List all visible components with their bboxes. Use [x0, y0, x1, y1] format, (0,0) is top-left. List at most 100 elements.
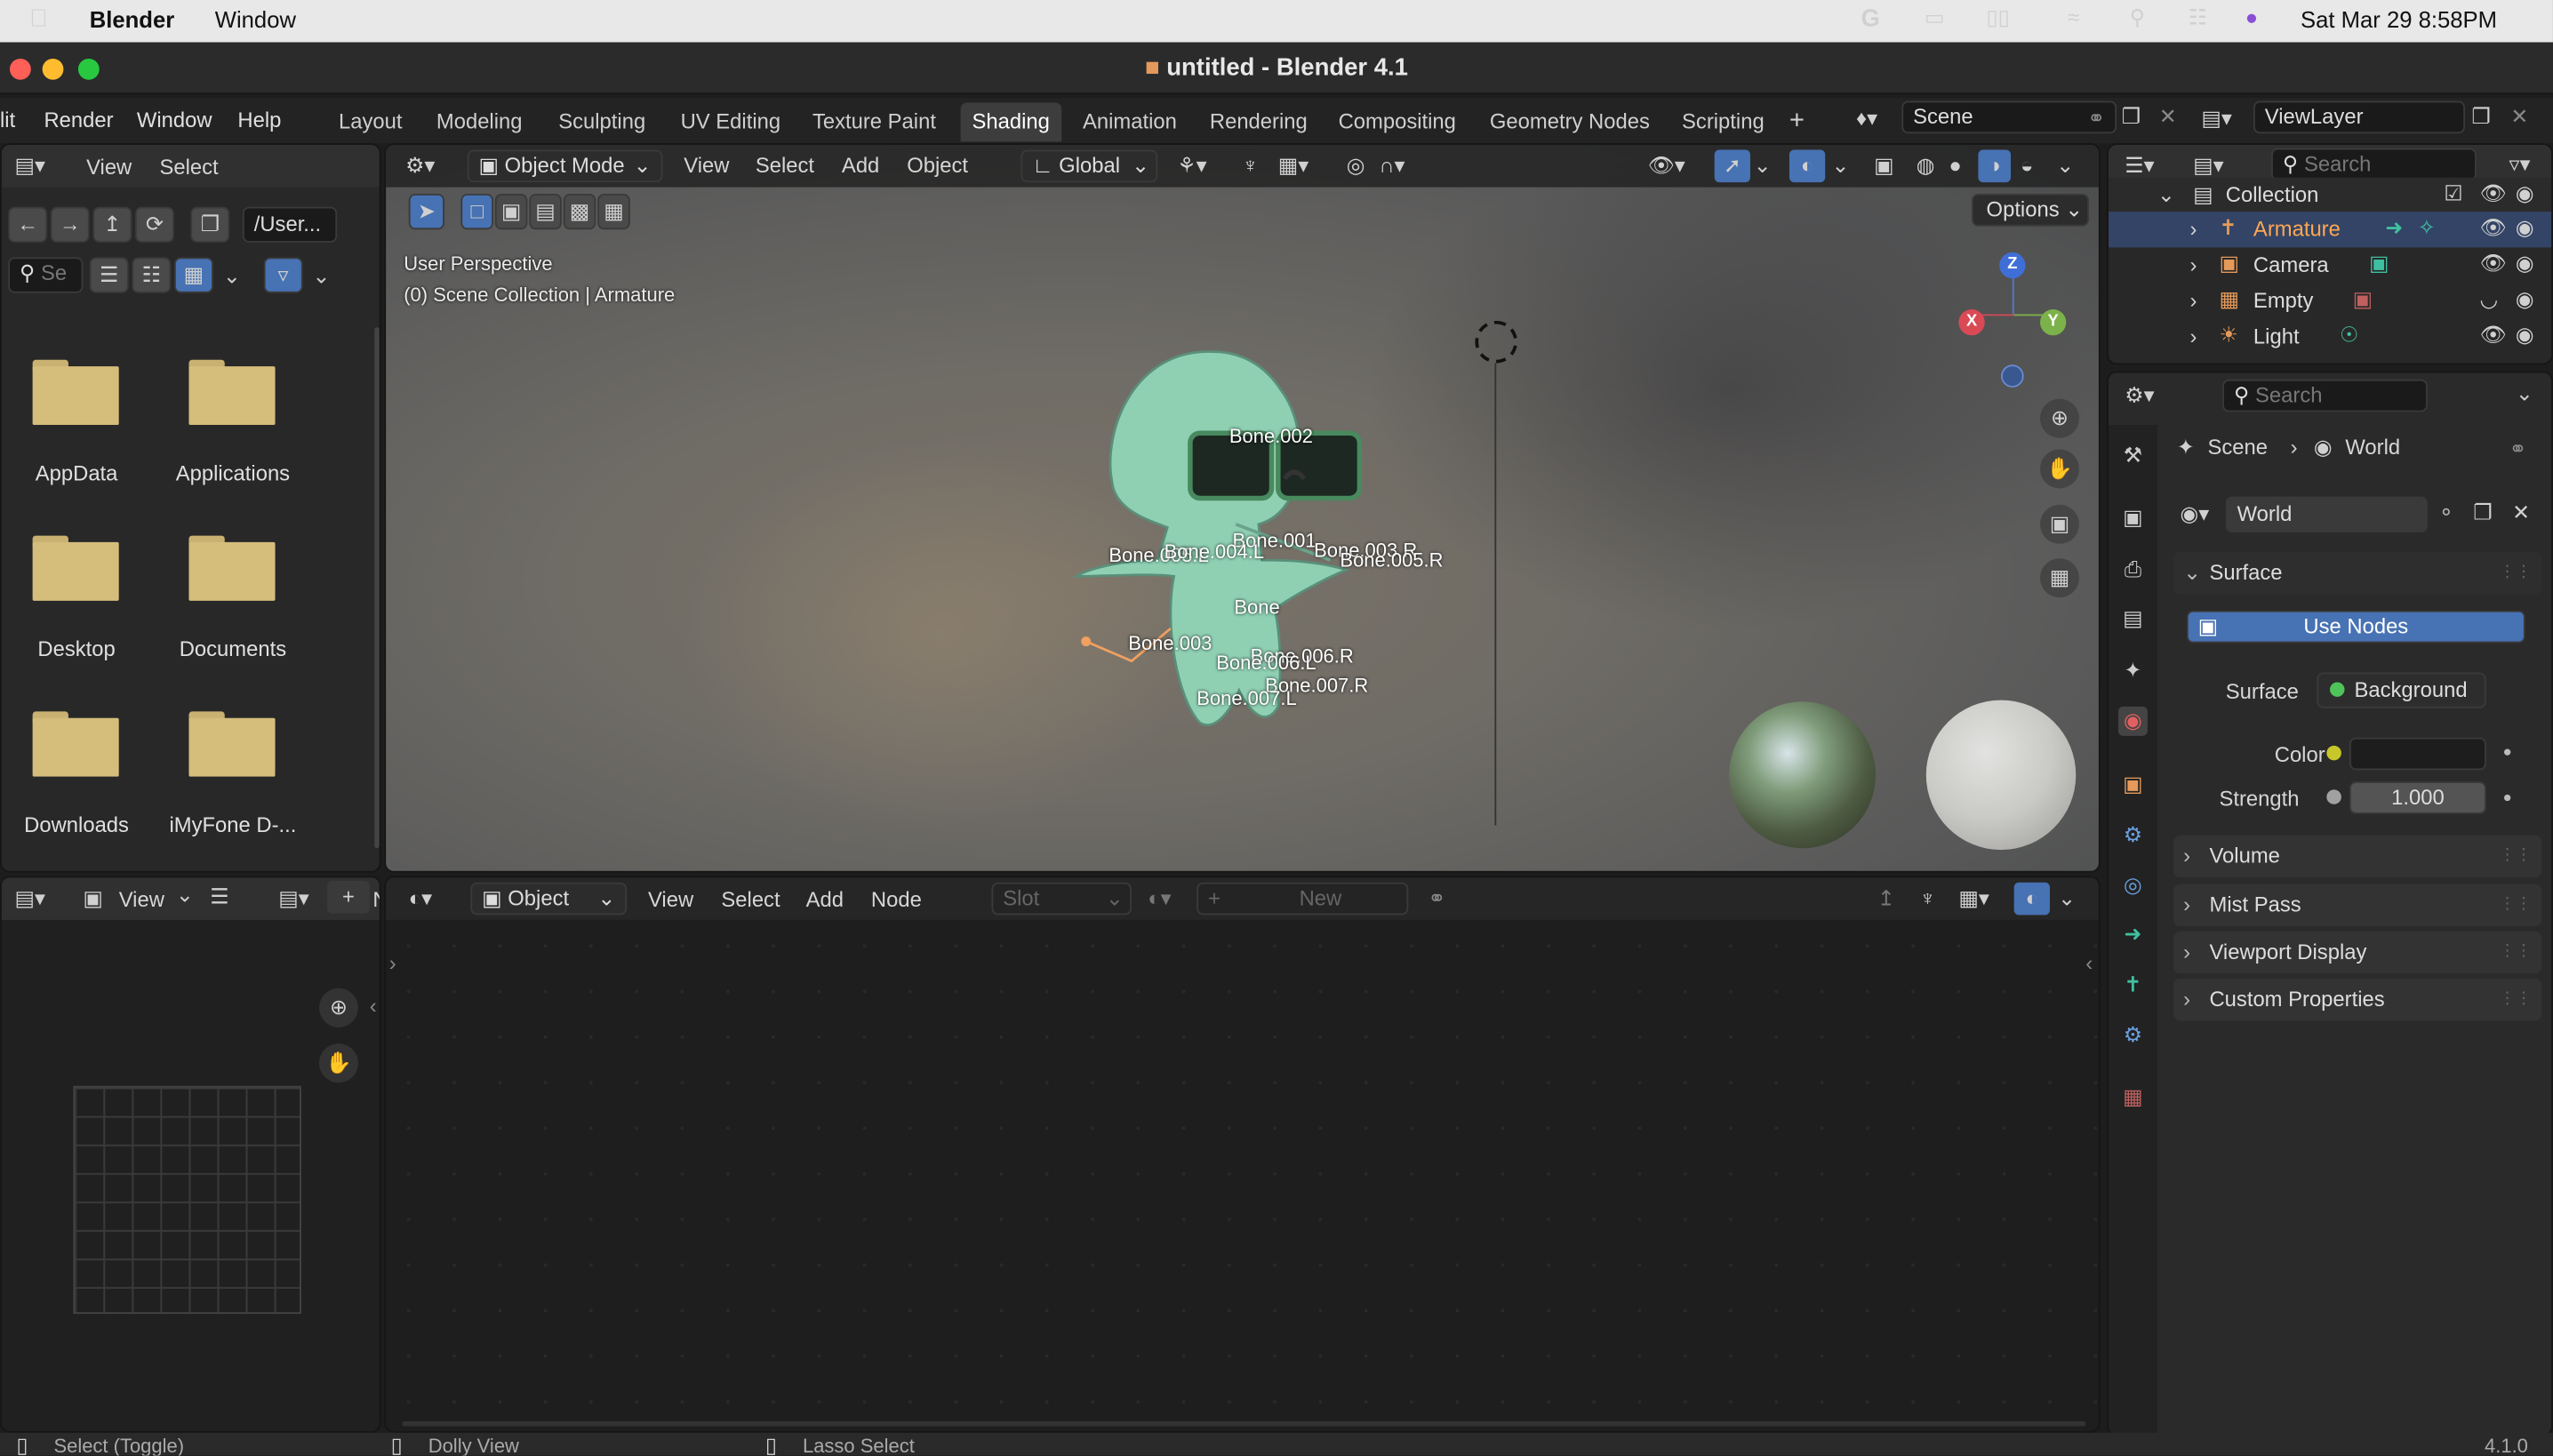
folder-label[interactable]: Downloads	[2, 812, 158, 836]
world-tab-icon[interactable]: ◉	[2117, 706, 2148, 736]
folder-label[interactable]: Applications	[151, 460, 314, 484]
eye-icon[interactable]: 👁	[2480, 324, 2507, 345]
snap-target-icon[interactable]: ▦▾	[1958, 887, 1989, 908]
falloff-icon[interactable]: ∩▾	[1379, 155, 1405, 176]
tab-uv-editing[interactable]: UV Editing	[669, 102, 792, 141]
breadcrumb-scene[interactable]: Scene	[2207, 435, 2268, 459]
render-menu[interactable]: Render	[44, 108, 113, 132]
display-mode-icon[interactable]: ▤▾	[2193, 155, 2223, 176]
eye-icon[interactable]: 👁	[2480, 252, 2507, 274]
outliner-item-label[interactable]: Empty	[2253, 288, 2313, 312]
tab-rendering[interactable]: Rendering	[1198, 102, 1319, 141]
tab-animation[interactable]: Animation	[1071, 102, 1188, 141]
outliner-item-label[interactable]: Camera	[2253, 252, 2329, 276]
modifiers-tab-icon[interactable]: ⚙	[2118, 820, 2148, 850]
folder-label[interactable]: AppData	[2, 460, 158, 484]
properties-search-input[interactable]: ⚲ Search	[2222, 379, 2428, 412]
ne-node-menu[interactable]: Node	[871, 887, 922, 911]
list-horizontal-icon[interactable]: ☷	[132, 257, 172, 293]
perspective-toggle-icon[interactable]: ▦	[2039, 558, 2079, 598]
drag-handle-icon[interactable]: ⋮⋮	[2500, 884, 2533, 927]
pin-icon[interactable]: ⚭	[2087, 108, 2105, 129]
tab-texture-paint[interactable]: Texture Paint	[801, 102, 948, 141]
section-volume[interactable]: › Volume ⋮⋮	[2173, 835, 2542, 878]
view-layer-tab-icon[interactable]: ▤	[2118, 604, 2148, 634]
folder-label[interactable]: Desktop	[2, 636, 158, 660]
display-icon[interactable]: ▭	[1925, 6, 1945, 28]
documents-folder-icon[interactable]	[188, 535, 276, 601]
expand-chevron-icon[interactable]: ›	[2190, 254, 2197, 276]
3d-viewport[interactable]: ⚙▾ ▣ Object Mode ⌄ View Select Add Object…	[384, 143, 2101, 873]
overlays-options-chevron-icon[interactable]: ⌄	[1832, 155, 1850, 176]
gizmo-toggle-icon[interactable]: ➚	[1714, 149, 1750, 183]
vp-object-menu[interactable]: Object	[907, 153, 968, 177]
hamburger-menu-icon[interactable]: ☰	[210, 885, 228, 907]
vp-view-menu[interactable]: View	[684, 153, 729, 177]
eye-icon[interactable]: 👁	[2480, 217, 2507, 238]
tab-sculpting[interactable]: Sculpting	[547, 102, 657, 141]
delete-scene-icon[interactable]: ✕	[2159, 106, 2177, 127]
parent-node-tree-icon[interactable]: ↥	[1877, 887, 1895, 908]
ne-view-menu[interactable]: View	[648, 887, 693, 911]
outliner-item-label[interactable]: Armature	[2253, 217, 2341, 241]
select-extend-icon[interactable]: ▣	[494, 193, 528, 230]
siri-icon[interactable]: ●	[2245, 6, 2258, 28]
gizmo-z-axis[interactable]: Z	[1999, 252, 2026, 279]
folder-icon[interactable]	[188, 711, 276, 777]
toolbar-toggle-icon[interactable]: ›	[389, 952, 396, 973]
grammarly-icon[interactable]: G	[1861, 6, 1880, 30]
camera-render-icon[interactable]: ◉	[2516, 324, 2534, 345]
ne-add-menu[interactable]: Add	[806, 887, 844, 911]
object-constraints-tab-icon[interactable]: ➜	[2118, 920, 2148, 949]
material-preview-icon[interactable]: ◑	[1978, 149, 2012, 183]
pan-hand-icon[interactable]: ✋	[318, 1044, 358, 1084]
ne-select-menu[interactable]: Select	[721, 887, 780, 911]
section-custom-properties[interactable]: › Custom Properties ⋮⋮	[2173, 978, 2542, 1021]
forward-icon[interactable]: →	[50, 206, 90, 243]
transform-orientation-selector[interactable]: ∟ Global ⌄	[1020, 149, 1158, 183]
gizmo-y-axis[interactable]: Y	[2039, 309, 2067, 336]
snap-target-icon[interactable]: ▦▾	[1278, 155, 1309, 176]
new-folder-icon[interactable]: ❐	[190, 206, 230, 243]
rendered-shading-icon[interactable]: ◒	[2021, 155, 2033, 176]
expand-chevron-icon[interactable]: ›	[2190, 218, 2197, 239]
eye-closed-icon[interactable]: ◡	[2480, 288, 2499, 309]
scene-icon[interactable]: ♦▾	[1856, 108, 1877, 129]
fake-user-shield-icon[interactable]: ⚬	[2437, 501, 2455, 523]
checkbox-icon[interactable]: ☑	[2444, 182, 2462, 204]
expand-chevron-icon[interactable]: ›	[2190, 325, 2197, 347]
drag-handle-icon[interactable]: ⋮⋮	[2500, 836, 2533, 878]
spotlight-search-icon[interactable]: ⚲	[2130, 6, 2145, 28]
physics-tab-icon[interactable]: ◎	[2118, 871, 2148, 900]
gizmo-x-axis[interactable]: X	[1958, 309, 1985, 336]
tab-layout[interactable]: Layout	[327, 102, 413, 141]
outliner-search-input[interactable]: ⚲ Search	[2271, 148, 2477, 181]
strength-field[interactable]: 1.000	[2349, 781, 2486, 814]
snap-icon[interactable]: ♆	[1919, 887, 1935, 908]
select-invert-icon[interactable]: ▩	[563, 193, 596, 230]
camera-render-icon[interactable]: ◉	[2516, 217, 2534, 238]
tool-tab-icon[interactable]: ⚒	[2118, 441, 2148, 470]
tab-shading[interactable]: Shading	[960, 102, 1061, 142]
outliner-item-label[interactable]: Light	[2253, 324, 2300, 348]
visibility-icon[interactable]: 👁▾	[1648, 155, 1685, 176]
options-button[interactable]: Options ⌄	[1972, 193, 2089, 227]
delete-view-layer-icon[interactable]: ✕	[2510, 106, 2528, 127]
desktop-folder-icon[interactable]	[32, 535, 119, 601]
material-browse-icon[interactable]: ◐▾	[1148, 887, 1171, 908]
overlays-options-chevron-icon[interactable]: ⌄	[2058, 887, 2076, 908]
mode-selector[interactable]: ▣ Object Mode ⌄	[467, 149, 663, 183]
editor-type-icon[interactable]: ☰▾	[2125, 155, 2154, 176]
surface-shader-selector[interactable]: Background	[2317, 672, 2486, 708]
object-tab-icon[interactable]: ▣	[2118, 770, 2148, 799]
back-icon[interactable]: ←	[8, 206, 48, 243]
section-viewport-display[interactable]: › Viewport Display ⋮⋮	[2173, 931, 2542, 974]
outliner-item-empty[interactable]: › ▦ Empty ▣ ◡ ◉	[2109, 284, 2551, 319]
navigation-gizmo[interactable]: Z X Y	[1952, 252, 2067, 389]
list-vertical-icon[interactable]: ☰	[89, 257, 129, 293]
use-nodes-button[interactable]: ▣ Use Nodes	[2186, 610, 2525, 644]
image-mode-icon[interactable]: ▣	[83, 887, 103, 908]
apple-icon[interactable]: 	[29, 6, 48, 30]
section-mist-pass[interactable]: › Mist Pass ⋮⋮	[2173, 884, 2542, 927]
shader-type-selector[interactable]: ▣ Object ⌄	[470, 882, 628, 916]
